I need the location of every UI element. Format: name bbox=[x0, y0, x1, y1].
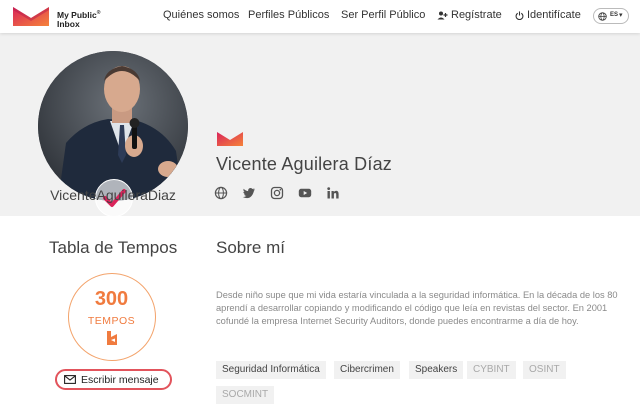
about-bio: Desde niño supe que mi vida estaría vinc… bbox=[216, 290, 618, 326]
tempo-icon bbox=[107, 331, 117, 345]
tag-socmint[interactable]: SOCMINT bbox=[216, 386, 275, 404]
nav-quienes-somos[interactable]: Quiénes somos bbox=[163, 9, 239, 21]
write-message-label: Escribir mensaje bbox=[81, 374, 159, 386]
tabla-de-tempos-title: Tabla de Tempos bbox=[49, 238, 178, 257]
brand-line-2: Inbox bbox=[57, 18, 80, 29]
profile-header: VicenteAguileraDiaz Vicente Aguilera Día… bbox=[0, 33, 640, 217]
tag-cybint[interactable]: CYBINT bbox=[467, 361, 516, 379]
top-navigation-bar: My Public® Inbox Quiénes somos Perfiles … bbox=[0, 0, 640, 33]
globe-icon[interactable] bbox=[214, 186, 228, 200]
language-code: ES bbox=[610, 12, 619, 18]
nav-ser-perfil-publico[interactable]: Ser Perfil Público bbox=[341, 9, 425, 21]
nav-label: Regístrate bbox=[451, 9, 502, 21]
youtube-icon[interactable] bbox=[298, 186, 312, 200]
brand-registered-mark: ® bbox=[96, 10, 101, 16]
envelope-icon bbox=[64, 375, 76, 384]
chevron-down-icon: ▾ bbox=[619, 12, 623, 19]
nav-perfiles-publicos[interactable]: Perfiles Públicos bbox=[248, 9, 329, 21]
add-user-icon bbox=[437, 11, 448, 20]
profile-full-name: Vicente Aguilera Díaz bbox=[216, 154, 392, 174]
nav-label: Perfiles Públicos bbox=[248, 9, 330, 21]
nav-label: Ser Perfil Público bbox=[341, 9, 426, 21]
instagram-icon[interactable] bbox=[270, 186, 284, 200]
write-message-button[interactable]: Escribir mensaje bbox=[55, 369, 172, 390]
nav-identificate[interactable]: Identifícate bbox=[515, 9, 581, 21]
tempos-label: TEMPOS bbox=[87, 315, 136, 327]
tag-cibercrimen[interactable]: Cibercrimen bbox=[334, 361, 400, 379]
power-icon bbox=[515, 11, 524, 20]
my-public-inbox-mark-icon bbox=[217, 132, 243, 146]
nav-label: Quiénes somos bbox=[163, 9, 240, 21]
my-public-inbox-logo[interactable] bbox=[11, 4, 51, 28]
profile-username: VicenteAguileraDiaz bbox=[50, 187, 176, 203]
nav-registrate[interactable]: Regístrate bbox=[437, 9, 502, 21]
about-title: Sobre mí bbox=[216, 238, 285, 257]
tag-speakers[interactable]: Speakers bbox=[409, 361, 464, 379]
brand-name: My Public® Inbox bbox=[57, 9, 100, 29]
tempos-counter: 300 TEMPOS bbox=[68, 273, 156, 361]
tag-seguridad-informatica[interactable]: Seguridad Informática bbox=[216, 361, 326, 379]
linkedin-icon[interactable] bbox=[326, 186, 340, 200]
globe-icon bbox=[598, 12, 607, 21]
nav-label: Identifícate bbox=[527, 9, 581, 21]
twitter-icon[interactable] bbox=[242, 186, 256, 200]
language-selector[interactable]: ES ▾ bbox=[593, 8, 629, 24]
tag-osint[interactable]: OSINT bbox=[523, 361, 566, 379]
tempos-value: 300 bbox=[94, 288, 129, 310]
